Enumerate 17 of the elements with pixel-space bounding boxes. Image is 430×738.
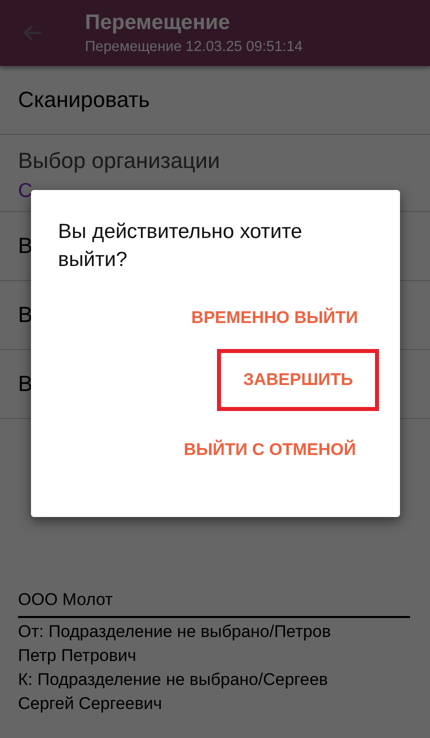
dialog-message: Вы действительно хотите выйти? (58, 219, 304, 273)
screen-subtitle: Перемещение 12.03.25 09:51:14 (85, 39, 303, 55)
route-text: От: Подразделение не выбрано/Петров (18, 621, 332, 643)
menu-item[interactable]: В (18, 302, 33, 328)
route-text: Петр Петрович (18, 645, 138, 667)
screen-title: Перемещение (85, 11, 231, 35)
dialog-action[interactable]: ВЫЙТИ С ОТМЕНОЙ (158, 419, 382, 481)
menu-item[interactable]: В (18, 233, 33, 259)
dialog-action[interactable]: ЗАВЕРШИТЬ (217, 349, 379, 411)
menu-item[interactable]: В (18, 371, 33, 397)
menu-item[interactable]: Сканировать (18, 87, 150, 113)
route-text: Сергей Сергеевич (18, 693, 163, 715)
dialog-action[interactable]: ВРЕМЕННО ВЫЙТИ (167, 295, 382, 341)
field-label: Выбор организации (18, 148, 221, 174)
route-text: К: Подразделение не выбрано/Сергеев (18, 669, 329, 691)
organization-name: ООО Молот (18, 590, 410, 618)
field-value[interactable]: С (18, 180, 32, 202)
